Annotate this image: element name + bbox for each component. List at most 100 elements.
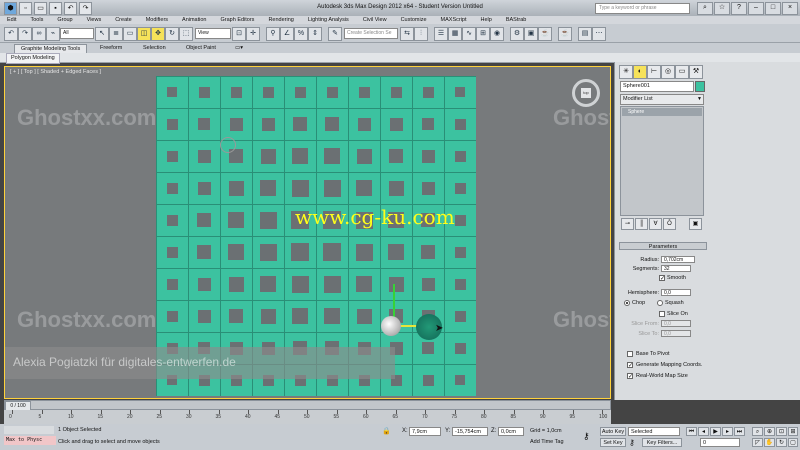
hemisphere-field[interactable]: 0,0 (661, 289, 691, 296)
viewcube-face[interactable]: top (581, 88, 591, 98)
zoom-extents-icon[interactable]: ⊡ (776, 427, 787, 436)
add-time-tag[interactable]: Add Time Tag (530, 439, 564, 445)
menu-lighting-analysis[interactable]: Lighting Analysis (301, 16, 356, 24)
chop-radio[interactable] (624, 300, 630, 306)
minimize-icon[interactable]: – (748, 2, 764, 15)
undo-icon[interactable]: ↶ (64, 2, 77, 15)
smooth-checkbox[interactable]: ✓ (659, 275, 665, 282)
rendered-frame-icon[interactable]: ▣ (524, 27, 538, 41)
ribbon-options-icon[interactable]: ▭▾ (232, 44, 246, 52)
menu-bastrab[interactable]: BAStrab (499, 16, 533, 24)
menu-tools[interactable]: Tools (23, 16, 50, 24)
slice-to-field[interactable]: 0,0 (661, 330, 691, 337)
zoom-icon[interactable]: ⌕ (752, 427, 763, 436)
tab-selection[interactable]: Selection (137, 44, 172, 52)
show-end-result-icon[interactable]: ║ (635, 218, 648, 230)
modify-tab-icon[interactable]: ◐ (633, 65, 647, 79)
key-icon[interactable]: ⚷ (583, 431, 590, 442)
track-bar[interactable]: 0 5 10 15 20 25 30 35 40 45 50 55 60 65 70 75 80 85 90 95 10… (4, 410, 611, 424)
pin-stack-icon[interactable]: ⊸ (621, 218, 634, 230)
menu-help[interactable]: Help (474, 16, 499, 24)
pan-icon[interactable]: ✋ (764, 438, 775, 447)
render-production-icon[interactable]: ☕ (538, 27, 552, 41)
play-icon[interactable]: ▶ (710, 427, 721, 436)
key-mode-selected-dropdown[interactable]: Selected (628, 427, 680, 436)
real-world-checkbox[interactable]: ✓ (627, 373, 633, 380)
binoculars-icon[interactable]: ⌕ (697, 2, 713, 15)
parameters-header[interactable]: Parameters (619, 242, 707, 250)
percent-snap-icon[interactable]: % (294, 27, 308, 41)
unlink-icon[interactable]: ⌁ (46, 27, 60, 41)
help-icon[interactable]: ? (731, 2, 747, 15)
slice-from-field[interactable]: 0,0 (661, 320, 691, 327)
tab-freeform[interactable]: Freeform (94, 44, 128, 52)
maximize-viewport-icon[interactable]: ▢ (788, 438, 798, 447)
sphere-object[interactable] (381, 316, 401, 336)
radius-field[interactable]: 0,702cm (661, 256, 695, 263)
viewcube-icon[interactable]: top (572, 79, 600, 107)
menu-maxscript[interactable]: MAXScript (434, 16, 474, 24)
manipulate-icon[interactable]: ✛ (246, 27, 260, 41)
set-key-icon[interactable]: ⚷ (629, 438, 635, 447)
menu-create[interactable]: Create (108, 16, 139, 24)
redo-icon[interactable]: ↷ (18, 27, 32, 41)
go-to-end-icon[interactable]: ⏭ (734, 427, 745, 436)
orbit-icon[interactable]: ↻ (776, 438, 787, 447)
configure-sets-icon[interactable]: ▣ (689, 218, 702, 230)
viewport-top[interactable]: [ + ] [ Top ] [ Shaded + Edged Faces ] G… (4, 66, 611, 399)
render-setup-icon[interactable]: ⚙ (510, 27, 524, 41)
material-editor-icon[interactable]: ◉ (490, 27, 504, 41)
app-menu-icon[interactable]: ⬢ (4, 2, 17, 15)
schematic-view-icon[interactable]: ⊞ (476, 27, 490, 41)
polygon-modeling-panel[interactable]: Polygon Modeling (6, 53, 60, 64)
redo-icon[interactable]: ↷ (79, 2, 92, 15)
align-icon[interactable]: ⫶ (414, 27, 428, 41)
mirror-icon[interactable]: ⇆ (400, 27, 414, 41)
open-file-icon[interactable]: ▭ (34, 2, 47, 15)
pivot-center-icon[interactable]: ⊡ (232, 27, 246, 41)
menu-graph-editors[interactable]: Graph Editors (214, 16, 262, 24)
selection-filter-dropdown[interactable]: All (60, 28, 94, 39)
menu-rendering[interactable]: Rendering (261, 16, 300, 24)
save-icon[interactable]: ▪ (49, 2, 62, 15)
zoom-all-icon[interactable]: ⊕ (764, 427, 775, 436)
display-tab-icon[interactable]: ▭ (675, 65, 689, 79)
maxscript-listener[interactable]: Max to Physc (4, 436, 56, 445)
time-slider[interactable]: 0 / 100 (4, 400, 611, 411)
window-crossing-icon[interactable]: ◫ (137, 27, 151, 41)
select-object-icon[interactable]: ↖ (95, 27, 109, 41)
squash-radio[interactable] (657, 300, 663, 306)
menu-group[interactable]: Group (50, 16, 79, 24)
select-by-name-icon[interactable]: ≣ (109, 27, 123, 41)
menu-civil-view[interactable]: Civil View (356, 16, 394, 24)
gen-mapping-checkbox[interactable]: ✓ (627, 362, 633, 369)
field-of-view-icon[interactable]: ◸ (752, 438, 763, 447)
star-icon[interactable]: ☆ (714, 2, 730, 15)
prev-frame-icon[interactable]: ◂ (698, 427, 709, 436)
viewport-layout-icon[interactable]: ▤ (578, 27, 592, 41)
menu-views[interactable]: Views (80, 16, 109, 24)
x-field[interactable]: 7,9cm (409, 427, 441, 436)
create-tab-icon[interactable]: ✳ (619, 65, 633, 79)
object-color-swatch[interactable] (695, 81, 705, 92)
spinner-snap-icon[interactable]: ⇕ (308, 27, 322, 41)
y-field[interactable]: -15,754cm (452, 427, 488, 436)
snap-toggle-icon[interactable]: ⚲ (266, 27, 280, 41)
named-selection-set-input[interactable]: Create Selection Se (344, 28, 398, 39)
select-scale-icon[interactable]: ⬚ (179, 27, 193, 41)
extra-tools-icon[interactable]: ⋯ (592, 27, 606, 41)
remove-modifier-icon[interactable]: Ô (663, 218, 676, 230)
menu-edit[interactable]: Edit (0, 16, 23, 24)
motion-tab-icon[interactable]: ◎ (661, 65, 675, 79)
make-unique-icon[interactable]: ∀ (649, 218, 662, 230)
curve-editor-icon[interactable]: ∿ (462, 27, 476, 41)
stack-item-sphere[interactable]: Sphere (622, 108, 702, 116)
coord-system-dropdown[interactable]: View (195, 28, 231, 39)
viewport-label[interactable]: [ + ] [ Top ] [ Shaded + Edged Faces ] (10, 69, 101, 75)
base-to-pivot-checkbox[interactable] (627, 351, 633, 357)
auto-key-button[interactable]: Auto Key (600, 427, 626, 436)
menu-modifiers[interactable]: Modifiers (139, 16, 175, 24)
angle-snap-icon[interactable]: ∠ (280, 27, 294, 41)
graphite-toggle-icon[interactable]: ▦ (448, 27, 462, 41)
hierarchy-tab-icon[interactable]: ⊢ (647, 65, 661, 79)
